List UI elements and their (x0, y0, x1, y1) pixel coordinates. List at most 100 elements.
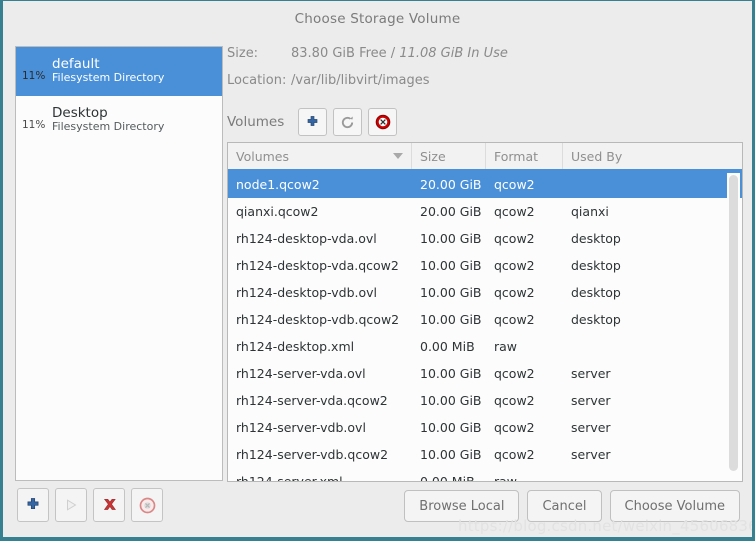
table-row[interactable]: rh124-desktop-vda.qcow2 10.00 GiB qcow2 … (228, 252, 742, 279)
table-row[interactable]: rh124-desktop-vda.ovl 10.00 GiB qcow2 de… (228, 225, 742, 252)
cell-size: 0.00 MiB (420, 339, 475, 354)
title-bar: Choose Storage Volume (3, 1, 752, 37)
pool-usage-percent: 11% (22, 69, 46, 82)
cell-format: qcow2 (494, 420, 535, 435)
column-header-volumes[interactable]: Volumes (228, 143, 412, 169)
pool-size-inuse: 11.08 GiB In Use (399, 46, 508, 61)
pool-action-buttons (17, 488, 163, 522)
plus-icon (307, 115, 318, 126)
cell-size: 10.00 GiB (420, 366, 482, 381)
cell-volume: qianxi.qcow2 (236, 204, 319, 219)
dialog-action-buttons: Browse Local Cancel Choose Volume (404, 490, 740, 522)
table-row[interactable]: rh124-desktop-vdb.qcow2 10.00 GiB qcow2 … (228, 306, 742, 333)
delete-icon (375, 114, 391, 130)
volumes-scrollbar[interactable] (727, 173, 740, 479)
pool-type: Filesystem Directory (52, 71, 165, 85)
cell-used-by: desktop (571, 231, 621, 246)
page-title: Choose Storage Volume (294, 11, 461, 27)
cell-format: qcow2 (494, 447, 535, 462)
pool-detail-pane: Size: 83.80 GiB Free / 11.08 GiB In Use … (227, 46, 746, 482)
browse-local-button[interactable]: Browse Local (404, 490, 520, 522)
cell-volume: rh124-server-vda.ovl (236, 366, 366, 381)
cell-volume: rh124-server-vdb.ovl (236, 420, 366, 435)
add-volume-button[interactable] (298, 108, 328, 136)
pool-name: default (52, 55, 100, 72)
cell-used-by: server (571, 366, 611, 381)
cell-volume: rh124-server.xml (228, 474, 412, 481)
cell-size: 0.00 MiB (412, 474, 486, 481)
cell-size: 10.00 GiB (420, 420, 482, 435)
plus-icon (27, 498, 39, 510)
pool-name: Desktop (52, 104, 108, 121)
table-row[interactable]: qianxi.qcow2 20.00 GiB qcow2 qianxi (228, 198, 742, 225)
cell-volume: rh124-desktop-vdb.qcow2 (236, 312, 400, 327)
cell-format: qcow2 (494, 393, 535, 408)
cell-used-by: qianxi (571, 204, 609, 219)
column-header-used-by[interactable]: Used By (563, 143, 721, 169)
cell-format: qcow2 (494, 285, 535, 300)
play-icon (67, 499, 77, 511)
table-row[interactable]: rh124-desktop-vdb.ovl 10.00 GiB qcow2 de… (228, 279, 742, 306)
pool-list-item-desktop[interactable]: 11% Desktop Filesystem Directory (16, 96, 222, 145)
cell-volume: rh124-desktop-vda.qcow2 (236, 258, 399, 273)
cell-size: 10.00 GiB (420, 285, 482, 300)
pool-list-item-default[interactable]: 11% default Filesystem Directory (16, 47, 222, 96)
refresh-icon (342, 116, 354, 128)
bottom-accent-strip (173, 534, 752, 537)
table-row[interactable]: rh124-server.xml 0.00 MiB raw (228, 468, 742, 481)
stop-pool-button[interactable] (131, 488, 163, 522)
volumes-table-header: Volumes Size Format Used By (228, 143, 742, 171)
table-row[interactable]: rh124-server-vdb.ovl 10.00 GiB qcow2 ser… (228, 414, 742, 441)
pool-location-label: Location: (227, 73, 287, 88)
pool-usage-percent: 11% (22, 118, 46, 131)
storage-pool-list[interactable]: 11% default Filesystem Directory 11% Des… (15, 46, 223, 481)
column-header-format[interactable]: Format (486, 143, 563, 169)
cell-used-by: desktop (571, 312, 621, 327)
table-row[interactable]: rh124-server-vda.ovl 10.00 GiB qcow2 ser… (228, 360, 742, 387)
cell-format: raw (486, 474, 563, 481)
cell-format: qcow2 (494, 231, 535, 246)
delete-volume-button[interactable] (368, 108, 398, 136)
stop-icon (139, 497, 155, 513)
cell-volume: node1.qcow2 (236, 177, 320, 192)
pool-type: Filesystem Directory (52, 120, 165, 134)
volumes-table-body[interactable]: node1.qcow2 20.00 GiB qcow2 qianxi.qcow2… (228, 171, 742, 481)
cell-volume: rh124-desktop-vdb.ovl (236, 285, 378, 300)
cancel-button[interactable]: Cancel (527, 490, 602, 522)
cell-size: 10.00 GiB (420, 447, 482, 462)
table-row[interactable]: rh124-server-vdb.qcow2 10.00 GiB qcow2 s… (228, 441, 742, 468)
choose-volume-button[interactable]: Choose Volume (609, 490, 740, 522)
volumes-toolbar: Volumes (227, 106, 746, 138)
cell-volume: rh124-server-vda.qcow2 (236, 393, 388, 408)
delete-pool-button[interactable] (93, 488, 125, 522)
volumes-scrollbar-thumb[interactable] (729, 175, 738, 471)
cell-used-by: desktop (571, 285, 621, 300)
pool-size-label: Size: (227, 46, 259, 61)
pool-size-free: 83.80 GiB Free / (291, 46, 400, 61)
pool-size-row: Size: 83.80 GiB Free / 11.08 GiB In Use (227, 46, 746, 73)
table-row[interactable]: rh124-server-vda.qcow2 10.00 GiB qcow2 s… (228, 387, 742, 414)
pool-location-value: /var/lib/libvirt/images (291, 73, 430, 88)
cell-format: qcow2 (494, 177, 535, 192)
cell-format: qcow2 (494, 312, 535, 327)
cell-size: 10.00 GiB (420, 258, 482, 273)
add-pool-button[interactable] (17, 488, 49, 522)
cell-format: qcow2 (494, 366, 535, 381)
cell-used-by: server (571, 420, 611, 435)
refresh-volumes-button[interactable] (333, 108, 363, 136)
volumes-table[interactable]: Volumes Size Format Used By node1.qcow2 … (227, 142, 743, 482)
column-header-size[interactable]: Size (412, 143, 486, 169)
cell-size: 10.00 GiB (420, 312, 482, 327)
cell-volume: rh124-desktop.xml (236, 339, 355, 354)
table-row[interactable]: rh124-desktop.xml 0.00 MiB raw (228, 333, 742, 360)
cell-volume: rh124-desktop-vda.ovl (236, 231, 377, 246)
cell-format: qcow2 (494, 258, 535, 273)
table-row[interactable]: node1.qcow2 20.00 GiB qcow2 (228, 171, 742, 198)
cell-used-by: server (571, 393, 611, 408)
cell-size: 20.00 GiB (420, 177, 482, 192)
cell-size: 10.00 GiB (420, 231, 482, 246)
sort-descending-icon (393, 153, 403, 159)
red-x-icon (103, 498, 116, 510)
pool-size-value: 83.80 GiB Free / 11.08 GiB In Use (291, 46, 508, 61)
cell-size: 10.00 GiB (420, 393, 482, 408)
